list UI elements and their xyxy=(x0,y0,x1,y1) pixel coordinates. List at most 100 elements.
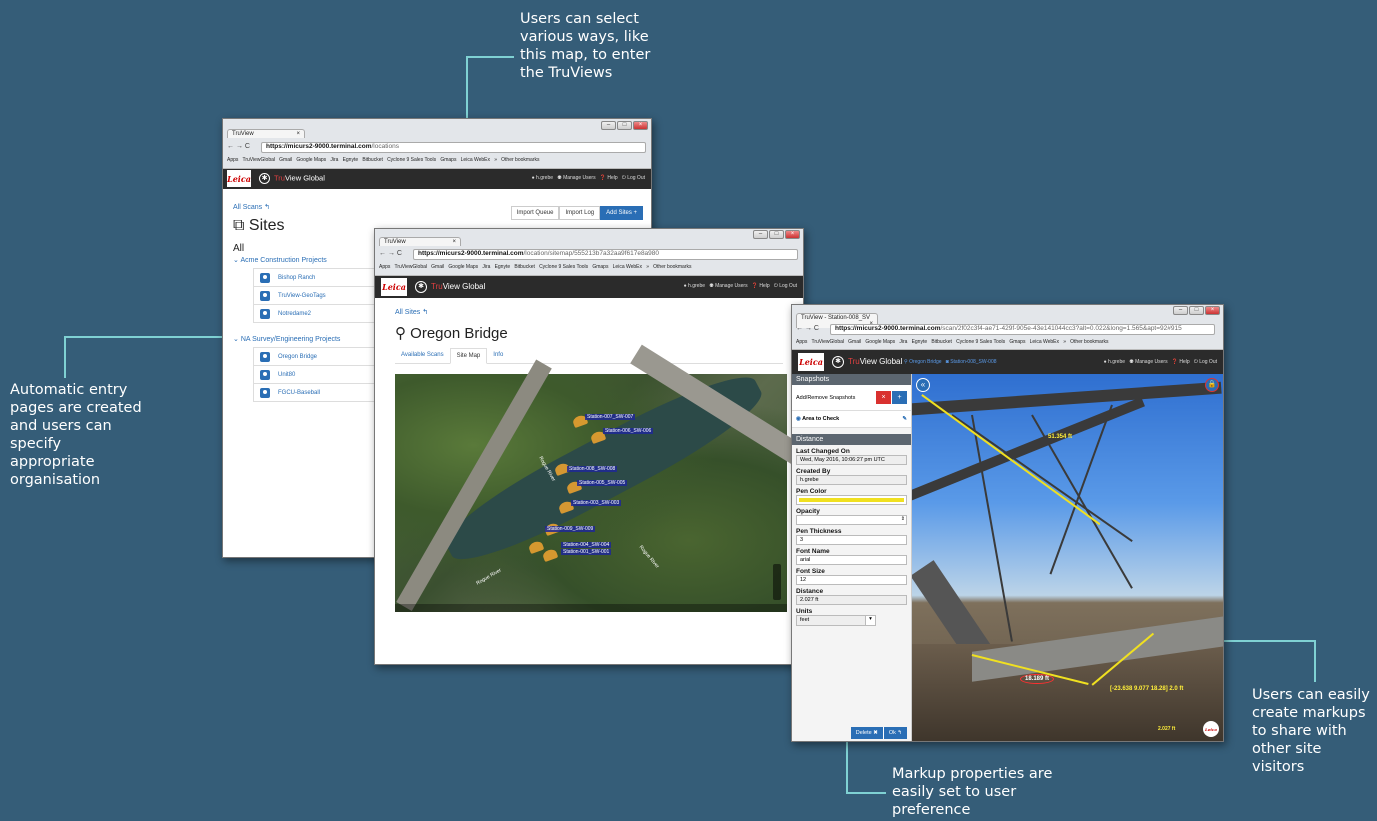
remove-snapshot-button[interactable]: × xyxy=(876,391,891,404)
bookmark-google-maps[interactable]: Google Maps xyxy=(296,157,326,163)
measure-label[interactable]: [-23.638 9.077 18.28] 2.0 ft xyxy=(1110,686,1183,692)
site-item-fgcu-baseball[interactable]: FGCU-Baseball xyxy=(253,384,393,402)
bookmark-other[interactable]: Other bookmarks xyxy=(1070,339,1108,345)
help-link[interactable]: ❓ Help xyxy=(1172,359,1190,365)
bookmark-gmaps[interactable]: Gmaps xyxy=(440,157,456,163)
bookmark-more[interactable]: » xyxy=(494,157,497,163)
station-label[interactable]: Station-006_SW-006 xyxy=(603,428,654,434)
user-link[interactable]: ● h.grebe xyxy=(1104,359,1125,365)
manage-users-link[interactable]: ⚉ Manage Users xyxy=(1129,359,1167,365)
map-zoom-control[interactable] xyxy=(773,564,781,600)
panorama-viewer[interactable]: 51.354 ft 18.189 ft [-23.638 9.077 18.28… xyxy=(912,374,1223,741)
logout-link[interactable]: ⏻ Log Out xyxy=(1194,359,1217,365)
bookmark-cyclone[interactable]: Cyclone 9 Sales Tools xyxy=(539,264,588,270)
bookmark-truviewglobal[interactable]: TruViewGlobal xyxy=(811,339,844,345)
bookmark-gmaps[interactable]: Gmaps xyxy=(592,264,608,270)
bookmark-google-maps[interactable]: Google Maps xyxy=(865,339,895,345)
units-select[interactable]: feet ▾ xyxy=(796,615,876,626)
import-log-button[interactable]: Import Log xyxy=(559,206,601,220)
bookmark-bitbucket[interactable]: Bitbucket xyxy=(514,264,535,270)
bookmark-leica-webex[interactable]: Leica WebEx xyxy=(1030,339,1059,345)
nav-buttons[interactable]: ← → C xyxy=(227,143,250,150)
edit-icon[interactable]: ✎ xyxy=(902,416,907,422)
station-label[interactable]: Station-001_SW-001 xyxy=(561,549,612,555)
measure-label[interactable]: 18.189 ft xyxy=(1020,674,1055,684)
help-link[interactable]: ❓ Help xyxy=(752,283,770,289)
all-sites-link[interactable]: All Sites ↰ xyxy=(395,308,783,316)
url-bar[interactable]: https://micurs2-9000.terminal.com/locati… xyxy=(413,249,798,260)
bookmark-egnyte[interactable]: Egnyte xyxy=(912,339,928,345)
breadcrumb-station[interactable]: ◙ Station-008_SW-008 xyxy=(946,359,997,365)
pen-color-picker[interactable] xyxy=(796,495,907,505)
bookmark-gmail[interactable]: Gmail xyxy=(279,157,292,163)
app-brand[interactable]: ✱ TruView Global xyxy=(832,356,902,368)
bookmark-leica-webex[interactable]: Leica WebEx xyxy=(461,157,490,163)
bookmark-jira[interactable]: Jira xyxy=(482,264,490,270)
bookmark-more[interactable]: » xyxy=(646,264,649,270)
pen-thickness-input[interactable]: 3 xyxy=(796,535,907,545)
browser-tab[interactable]: TruView × xyxy=(379,237,461,246)
user-link[interactable]: ● h.grebe xyxy=(532,175,553,181)
bookmark-gmail[interactable]: Gmail xyxy=(431,264,444,270)
import-queue-button[interactable]: Import Queue xyxy=(510,206,560,220)
app-brand[interactable]: ✱ TruView Global xyxy=(259,173,325,184)
bookmark-apps[interactable]: Apps xyxy=(796,339,807,345)
add-snapshot-button[interactable]: + xyxy=(892,391,907,404)
station-label[interactable]: Station-009_SW-009 xyxy=(545,526,596,532)
station-label[interactable]: Station-004_SW-004 xyxy=(561,542,612,548)
nav-buttons[interactable]: ← → C xyxy=(796,325,819,332)
bookmark-bitbucket[interactable]: Bitbucket xyxy=(931,339,952,345)
maximize-icon[interactable]: □ xyxy=(617,121,632,130)
logout-link[interactable]: ⏻ Log Out xyxy=(622,175,645,181)
font-size-input[interactable]: 12 xyxy=(796,575,907,585)
measure-label[interactable]: 51.354 ft xyxy=(1048,434,1072,440)
station-label[interactable]: Station-007_SW-007 xyxy=(585,414,636,420)
font-name-input[interactable]: arial xyxy=(796,555,907,565)
bookmark-google-maps[interactable]: Google Maps xyxy=(448,264,478,270)
app-brand[interactable]: ✱ TruView Global xyxy=(415,281,485,293)
delete-button[interactable]: Delete ✖ xyxy=(851,727,884,739)
site-item-bishop-ranch[interactable]: Bishop Ranch xyxy=(253,269,393,287)
url-bar[interactable]: https://micurs2-9000.terminal.com/scan/2… xyxy=(830,324,1215,335)
station-label[interactable]: Station-003_SW-003 xyxy=(571,500,622,506)
minimize-icon[interactable]: – xyxy=(601,121,616,130)
maximize-icon[interactable]: □ xyxy=(769,230,784,239)
site-item-notredame2[interactable]: Notredame2 xyxy=(253,305,393,323)
tab-available-scans[interactable]: Available Scans xyxy=(395,348,450,363)
user-link[interactable]: ● h.grebe xyxy=(684,283,705,289)
station-label[interactable]: Station-005_SW-005 xyxy=(577,480,628,486)
logout-link[interactable]: ⏻ Log Out xyxy=(774,283,797,289)
bookmark-gmaps[interactable]: Gmaps xyxy=(1009,339,1025,345)
browser-tab[interactable]: TruView × xyxy=(227,129,305,138)
nav-buttons[interactable]: ← → C xyxy=(379,250,402,257)
measure-label[interactable]: 2.027 ft xyxy=(1158,726,1175,732)
site-item-oregon-bridge[interactable]: Oregon Bridge xyxy=(253,348,393,366)
site-item-truview-geotags[interactable]: TruView-GeoTags xyxy=(253,287,393,305)
collapse-panel-button[interactable]: « xyxy=(916,378,930,392)
bookmark-other[interactable]: Other bookmarks xyxy=(653,264,691,270)
bookmark-cyclone[interactable]: Cyclone 9 Sales Tools xyxy=(387,157,436,163)
station-label[interactable]: Station-008_SW-008 xyxy=(567,466,618,472)
maximize-icon[interactable]: □ xyxy=(1189,306,1204,315)
ok-button[interactable]: Ok ↰ xyxy=(884,727,907,739)
bookmark-apps[interactable]: Apps xyxy=(379,264,390,270)
url-bar[interactable]: https://micurs2-9000.terminal.com/locati… xyxy=(261,142,646,153)
breadcrumb-site[interactable]: ⚲ Oregon Bridge xyxy=(904,359,942,365)
bookmark-bitbucket[interactable]: Bitbucket xyxy=(362,157,383,163)
minimize-icon[interactable]: – xyxy=(753,230,768,239)
manage-users-link[interactable]: ⚉ Manage Users xyxy=(557,175,595,181)
help-link[interactable]: ❓ Help xyxy=(600,175,618,181)
close-icon[interactable]: × xyxy=(1205,306,1220,315)
tab-info[interactable]: Info xyxy=(487,348,509,363)
minimize-icon[interactable]: – xyxy=(1173,306,1188,315)
station-marker-icon[interactable] xyxy=(527,539,545,555)
bookmark-more[interactable]: » xyxy=(1063,339,1066,345)
manage-users-link[interactable]: ⚉ Manage Users xyxy=(709,283,747,289)
close-icon[interactable]: × xyxy=(785,230,800,239)
bookmark-jira[interactable]: Jira xyxy=(899,339,907,345)
spinner-icon[interactable]: ⇕ xyxy=(901,516,905,522)
add-sites-button[interactable]: Add Sites + xyxy=(600,206,643,220)
bookmark-egnyte[interactable]: Egnyte xyxy=(495,264,511,270)
snapshot-item-area[interactable]: ◉ Area to Check ✎ xyxy=(792,411,911,428)
bookmark-leica-webex[interactable]: Leica WebEx xyxy=(613,264,642,270)
